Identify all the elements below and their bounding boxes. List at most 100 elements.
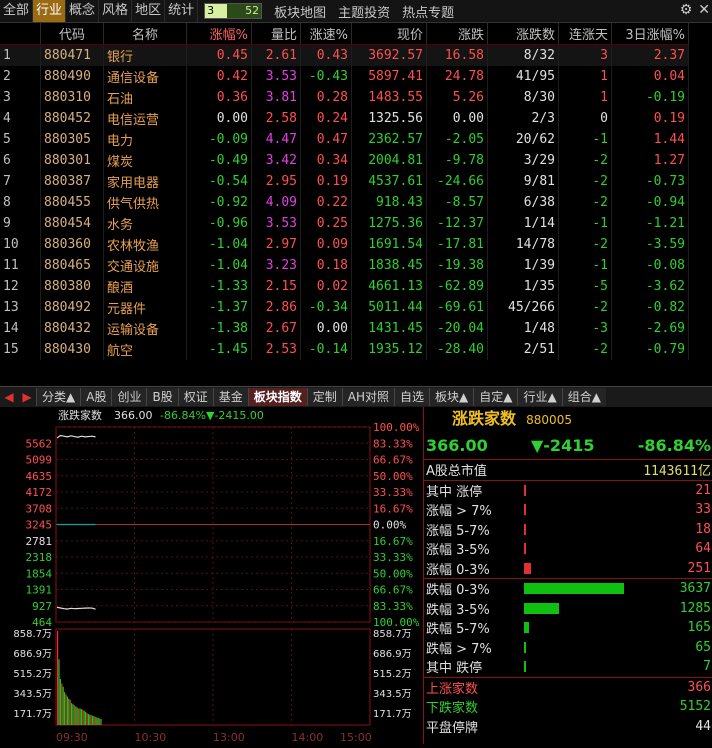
volume-bar — [85, 711, 87, 725]
right-tick: 100.00% — [373, 421, 420, 434]
cell-name: 元器件 — [103, 297, 187, 318]
sheet-tab-1[interactable]: A股 — [80, 388, 112, 406]
breadth-row: 涨幅 5-7% 18 — [424, 520, 712, 540]
cell-code: 880490 — [40, 66, 104, 87]
sheet-tab-0[interactable]: 分类▲ — [36, 388, 81, 406]
cell-vr: 3.42 — [251, 150, 301, 171]
breadth-row-label: 涨幅 > 7% — [426, 504, 492, 520]
cell-idx: 9 — [0, 213, 41, 234]
breadth-row: 涨幅 0-3% 251 — [424, 559, 712, 579]
sheet-tab-5[interactable]: 基金 — [212, 388, 248, 406]
left-tick: 5562 — [26, 437, 53, 450]
table-row[interactable]: 9 880454 水务 -0.96 3.53 0.25 1275.36 -12.37 1/14-… — [0, 213, 689, 234]
top-tab-4[interactable]: 地区 — [132, 0, 166, 22]
sheet-tab-11[interactable]: 自定▲ — [473, 388, 518, 406]
sheet-tab-2[interactable]: 创业 — [111, 388, 147, 406]
column-header-2[interactable]: 名称 — [103, 23, 187, 45]
page-total: 52 — [227, 4, 262, 18]
cell-days: 0 — [558, 108, 612, 129]
table-row[interactable]: 11 880465 交通设施 -1.04 3.23 0.18 1838.45 -19.38 1/… — [0, 255, 689, 276]
scroll-left-icon[interactable]: ◀ — [0, 390, 18, 404]
breadth-row-label: 涨幅 3-5% — [426, 543, 490, 559]
cell-chg: -20.04 — [426, 318, 488, 339]
cell-d3: -0.79 — [611, 339, 689, 360]
sheet-tab-12[interactable]: 行业▲ — [517, 388, 562, 406]
cell-name: 煤炭 — [103, 150, 187, 171]
cell-days: -1 — [558, 255, 612, 276]
top-tab-3[interactable]: 风格 — [99, 0, 133, 22]
cell-idx: 10 — [0, 234, 41, 255]
cell-pct: -0.09 — [186, 129, 252, 150]
cell-d3: 0.04 — [611, 66, 689, 87]
sheet-tab-13[interactable]: 组合▲ — [561, 388, 606, 406]
top-tab-1[interactable]: 行业 — [33, 0, 67, 22]
column-header-7[interactable]: 涨跌 — [426, 23, 488, 45]
cell-name: 酿酒 — [103, 276, 187, 297]
top-link-1[interactable]: 主题投资 — [332, 2, 396, 21]
table-row[interactable]: 1 880471 银行 0.45 2.61 0.43 3692.57 16.58 8/32 3 2.… — [0, 44, 689, 66]
page-indicator[interactable]: 3 52 — [204, 3, 263, 19]
sheet-tab-9[interactable]: 自选 — [394, 388, 430, 406]
window-icons: ⚙ ✕ — [680, 2, 710, 18]
column-header-9[interactable]: 连涨天 — [558, 23, 612, 45]
table-row[interactable]: 13 880492 元器件 -1.37 2.86 -0.34 5011.44 -69.61 45… — [0, 297, 689, 318]
column-header-0[interactable] — [0, 23, 41, 45]
table-row[interactable]: 2 880490 通信设备 0.42 3.53 -0.43 5897.41 24.78 41/9… — [0, 66, 689, 87]
scroll-right-icon[interactable]: ▶ — [18, 390, 36, 404]
table-row[interactable]: 3 880310 石油 0.36 3.81 0.28 1483.55 5.26 8/30 1 -0.… — [0, 87, 689, 108]
table-row[interactable]: 15 880430 航空 -1.45 2.53 -0.14 1935.12 -28.40 2/5… — [0, 339, 689, 360]
sheet-tab-6[interactable]: 板块指数 — [247, 388, 307, 406]
right-tick: 83.33% — [373, 437, 413, 450]
column-header-4[interactable]: 量比 — [251, 23, 301, 45]
table-row[interactable]: 8 880455 供气供热 -0.92 4.09 0.22 918.43 -8.57 6/38-… — [0, 192, 689, 213]
sheet-tab-7[interactable]: 定制 — [306, 388, 342, 406]
table-row[interactable]: 10 880360 农林牧渔 -1.04 2.97 0.09 1691.54 -17.81 14… — [0, 234, 689, 255]
cell-ud: 8/32 — [487, 44, 559, 66]
top-tab-5[interactable]: 统计 — [165, 0, 199, 22]
volume-bar — [59, 678, 61, 725]
close-icon[interactable]: ✕ — [698, 2, 710, 18]
cell-vr: 2.15 — [251, 276, 301, 297]
breadth-row-label: 涨幅 0-3% — [426, 562, 490, 578]
cell-price: 4661.13 — [351, 276, 427, 297]
sheet-tab-3[interactable]: B股 — [146, 388, 178, 406]
cell-days: -1 — [558, 129, 612, 150]
cell-chg: -17.81 — [426, 234, 488, 255]
table-row[interactable]: 14 880432 运输设备 -1.38 2.67 0.00 1431.45 -20.04 1/… — [0, 318, 689, 339]
column-header-10[interactable]: 3日涨幅% — [611, 23, 689, 45]
column-header-6[interactable]: 现价 — [351, 23, 427, 45]
cell-ud: 1/39 — [487, 255, 559, 276]
sheet-tab-10[interactable]: 板块▲ — [429, 388, 474, 406]
column-header-1[interactable]: 代码 — [40, 23, 104, 45]
column-header-8[interactable]: 涨跌数 — [487, 23, 559, 45]
right-tick: 50.00% — [373, 470, 413, 483]
column-header-5[interactable]: 涨速% — [300, 23, 352, 45]
cell-chg: -2.05 — [426, 129, 488, 150]
top-link-0[interactable]: 板块地图 — [268, 2, 332, 21]
top-link-2[interactable]: 热点专题 — [396, 2, 460, 21]
table-row[interactable]: 7 880387 家用电器 -0.54 2.95 0.19 4537.61 -24.66 9/8… — [0, 171, 689, 192]
top-tab-0[interactable]: 全部 — [0, 0, 34, 22]
gear-icon[interactable]: ⚙ — [680, 2, 693, 18]
breadth-row-value: 3637 — [679, 581, 711, 597]
summary-row: 下跌家数 5152 — [424, 697, 712, 717]
cell-code: 880432 — [40, 318, 104, 339]
cell-chg: -8.57 — [426, 192, 488, 213]
volume-bar — [68, 698, 70, 725]
cell-price: 1838.45 — [351, 255, 427, 276]
sheet-tab-8[interactable]: AH对照 — [341, 388, 394, 406]
table-row[interactable]: 4 880452 电信运营 0.00 2.58 0.24 1325.56 0.00 2/3 0 0.… — [0, 108, 689, 129]
sheet-tab-4[interactable]: 权证 — [177, 388, 213, 406]
cell-pct: 0.42 — [186, 66, 252, 87]
market-breadth-chart[interactable]: 涨跌家数 366.00 -86.84% ▼-2415.00 100.00% 83.33% 6… — [0, 407, 422, 744]
cell-chg: 5.26 — [426, 87, 488, 108]
table-row[interactable]: 5 880305 电力 -0.09 4.47 0.47 2362.57 -2.05 20/62-… — [0, 129, 689, 150]
table-row[interactable]: 12 880380 酿酒 -1.33 2.15 0.02 4661.13 -62.89 1/35… — [0, 276, 689, 297]
cell-days: -1 — [558, 213, 612, 234]
table-row[interactable]: 6 880301 煤炭 -0.49 3.42 0.34 2004.81 -9.78 3/29 -2… — [0, 150, 689, 171]
column-header-3[interactable]: 涨幅% — [186, 23, 252, 45]
cell-chg: 0.00 — [426, 108, 488, 129]
top-tab-2[interactable]: 概念 — [66, 0, 100, 22]
cell-pct: -1.33 — [186, 276, 252, 297]
volume-bar — [62, 686, 64, 725]
